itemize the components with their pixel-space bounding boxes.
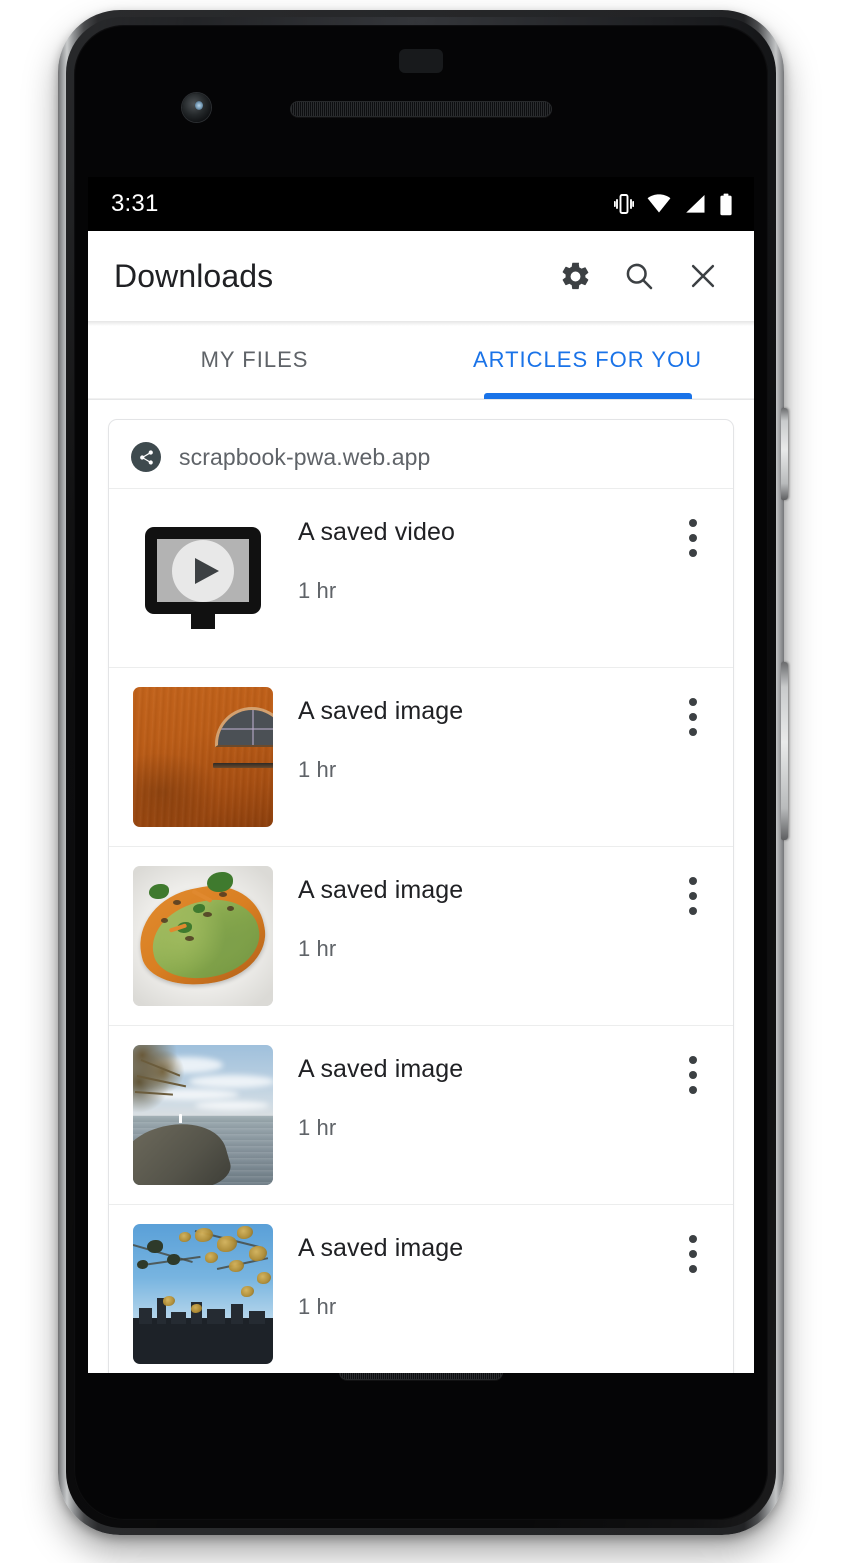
video-placeholder-icon xyxy=(133,508,273,648)
item-title: A saved video xyxy=(298,518,455,546)
photo-orange-wall xyxy=(133,687,273,827)
tab-bar: MY FILES ARTICLES FOR YOU xyxy=(88,321,754,400)
more-vertical-icon xyxy=(689,1056,697,1064)
status-bar: 3:31 xyxy=(88,177,754,231)
front-camera-icon xyxy=(182,93,211,122)
item-text: A saved video 1 hr xyxy=(273,508,667,604)
item-text: A saved image 1 hr xyxy=(273,866,667,962)
more-vertical-icon xyxy=(689,1235,697,1243)
list-item[interactable]: A saved image 1 hr xyxy=(109,1204,733,1373)
close-button[interactable] xyxy=(676,249,730,303)
wifi-icon xyxy=(647,194,671,213)
item-overflow-menu-button[interactable] xyxy=(667,1049,719,1101)
earpiece-speaker xyxy=(290,101,552,117)
settings-button[interactable] xyxy=(548,249,602,303)
app-bar: Downloads xyxy=(88,231,754,321)
share-icon xyxy=(139,449,153,465)
item-text: A saved image 1 hr xyxy=(273,687,667,783)
tab-articles-for-you-label: ARTICLES FOR YOU xyxy=(472,347,703,372)
item-overflow-menu-button[interactable] xyxy=(667,691,719,743)
page-title: Downloads xyxy=(114,257,274,294)
item-subtitle: 1 hr xyxy=(298,757,337,782)
item-title: A saved image xyxy=(298,1055,464,1083)
tab-my-files[interactable]: MY FILES xyxy=(88,321,421,399)
status-icons xyxy=(614,193,733,216)
photo-avocado-toast-thumbnail xyxy=(133,866,273,1006)
photo-city-skyline xyxy=(133,1224,273,1364)
proximity-sensor xyxy=(399,49,443,73)
photo-avocado-toast xyxy=(133,866,273,1006)
item-subtitle: 1 hr xyxy=(298,578,337,603)
item-text: A saved image 1 hr xyxy=(273,1224,667,1320)
item-title: A saved image xyxy=(298,876,464,904)
item-overflow-menu-button[interactable] xyxy=(667,1228,719,1280)
item-subtitle: 1 hr xyxy=(298,1294,337,1319)
item-overflow-menu-button[interactable] xyxy=(667,870,719,922)
power-button[interactable] xyxy=(781,408,788,500)
photo-city-skyline-thumbnail xyxy=(133,1224,273,1364)
more-vertical-icon xyxy=(689,877,697,885)
more-vertical-icon xyxy=(689,519,697,527)
photo-orange-wall-thumbnail xyxy=(133,687,273,827)
tree-foliage xyxy=(133,1045,203,1113)
item-title: A saved image xyxy=(298,1234,464,1262)
item-text: A saved image 1 hr xyxy=(273,1045,667,1141)
phone-screen: 3:31 Downloads MY FILES ARTICLES FOR YOU… xyxy=(88,177,754,1373)
source-label: scrapbook-pwa.web.app xyxy=(179,443,431,470)
item-overflow-menu-button[interactable] xyxy=(667,512,719,564)
article-card: scrapbook-pwa.web.app A saved video 1 hr… xyxy=(108,419,734,1373)
tab-my-files-label: MY FILES xyxy=(200,347,309,372)
gear-icon xyxy=(562,262,588,289)
status-time: 3:31 xyxy=(111,190,159,217)
sailboat xyxy=(179,1113,182,1123)
signal-icon xyxy=(686,195,705,213)
vibrate-icon xyxy=(614,194,634,214)
search-icon xyxy=(626,263,653,290)
item-subtitle: 1 hr xyxy=(298,1115,337,1140)
phone-device: 3:31 Downloads MY FILES ARTICLES FOR YOU… xyxy=(58,10,788,1535)
list-item[interactable]: A saved image 1 hr xyxy=(109,667,733,846)
tab-active-indicator xyxy=(483,393,692,399)
skyline-base xyxy=(133,1318,273,1364)
list-item[interactable]: A saved image 1 hr xyxy=(109,846,733,1025)
close-icon xyxy=(691,264,715,288)
window-ledge xyxy=(213,763,273,768)
item-title: A saved image xyxy=(298,697,464,725)
item-subtitle: 1 hr xyxy=(298,936,337,961)
arched-window xyxy=(215,707,273,747)
list-item[interactable]: A saved image 1 hr xyxy=(109,1025,733,1204)
search-button[interactable] xyxy=(612,249,666,303)
tab-articles-for-you[interactable]: ARTICLES FOR YOU xyxy=(421,321,754,399)
video-monitor-icon xyxy=(145,527,261,629)
photo-lake-shore-thumbnail xyxy=(133,1045,273,1185)
volume-button[interactable] xyxy=(781,662,788,840)
card-source-header[interactable]: scrapbook-pwa.web.app xyxy=(109,420,733,488)
source-avatar xyxy=(131,442,161,472)
more-vertical-icon xyxy=(689,698,697,706)
articles-list: scrapbook-pwa.web.app A saved video 1 hr… xyxy=(88,400,754,1373)
battery-icon xyxy=(720,193,732,215)
list-item[interactable]: A saved video 1 hr xyxy=(109,488,733,667)
photo-lake-shore xyxy=(133,1045,273,1185)
